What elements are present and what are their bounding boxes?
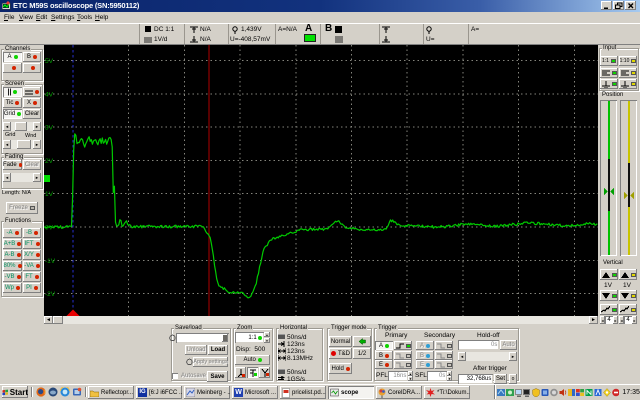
svg-text:4V: 4V — [45, 91, 54, 98]
svg-text:-1V: -1V — [45, 258, 56, 265]
svg-text:5V: 5V — [45, 58, 54, 65]
svg-text:3V: 3V — [45, 125, 54, 132]
svg-text:2V: 2V — [45, 158, 54, 165]
svg-text:-2V: -2V — [45, 291, 56, 298]
svg-text:1V: 1V — [45, 191, 54, 198]
